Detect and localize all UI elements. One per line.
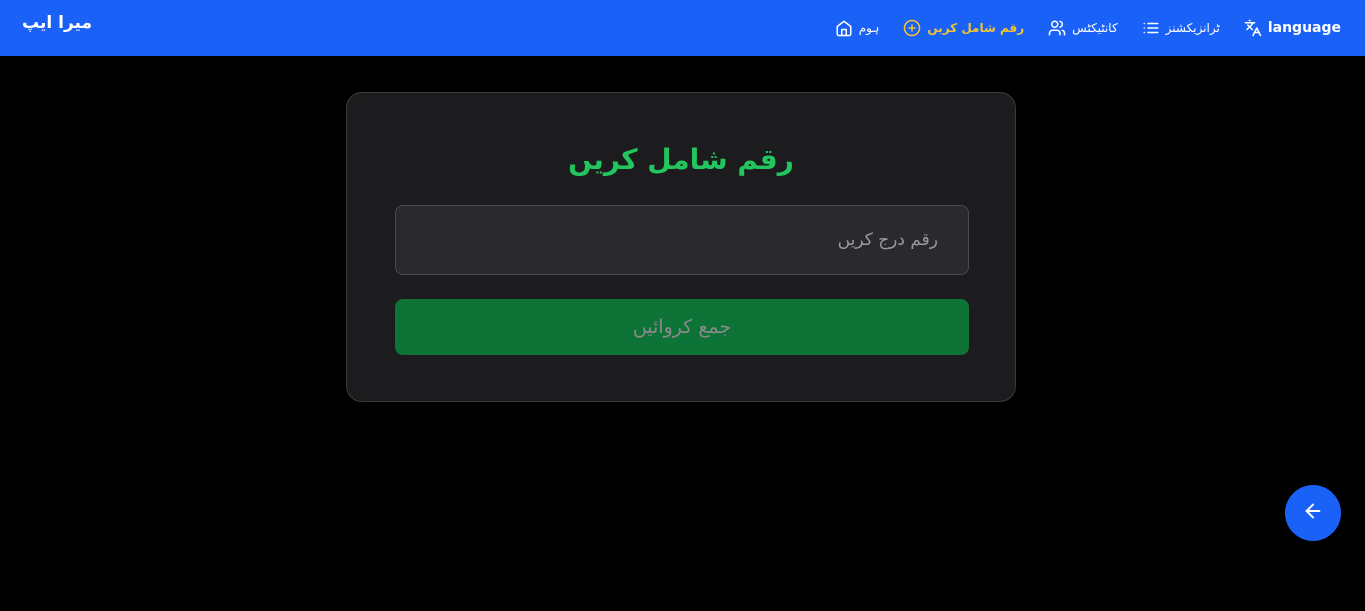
nav-item-contacts[interactable]: کانٹیکٹس [1048, 19, 1118, 37]
nav-item-label: language [1267, 20, 1341, 36]
app-brand[interactable]: میرا ایپ [22, 13, 92, 33]
nav-item-label: رقم شامل کریں [927, 21, 1025, 35]
add-amount-card: رقم شامل کریں جمع کروائیں [346, 92, 1016, 402]
amount-input[interactable] [395, 205, 969, 275]
plus-circle-icon [903, 19, 921, 37]
nav-item-language[interactable]: language [1244, 19, 1341, 37]
translate-icon [1244, 19, 1262, 37]
list-icon [1142, 19, 1160, 37]
arrow-left-icon [1302, 500, 1324, 526]
nav-item-transactions[interactable]: ٹرانزیکشنز [1142, 19, 1220, 37]
nav-item-home[interactable]: ہوم [835, 19, 880, 37]
back-button[interactable] [1285, 485, 1341, 541]
nav-item-add-amount[interactable]: رقم شامل کریں [903, 19, 1024, 37]
home-icon [835, 19, 853, 37]
nav-item-label: ٹرانزیکشنز [1165, 21, 1220, 35]
nav-item-label: کانٹیکٹس [1072, 21, 1118, 35]
nav-item-label: ہوم [858, 21, 880, 35]
page-title: رقم شامل کریں [568, 143, 794, 176]
submit-button[interactable]: جمع کروائیں [395, 299, 969, 355]
nav-menu: language ٹرانزیکشنز کانٹیکٹس رقم شامل کر… [835, 0, 1341, 56]
top-navbar: میرا ایپ language ٹرانزیکشنز کانٹیکٹس رق… [0, 0, 1365, 56]
users-icon [1048, 19, 1066, 37]
